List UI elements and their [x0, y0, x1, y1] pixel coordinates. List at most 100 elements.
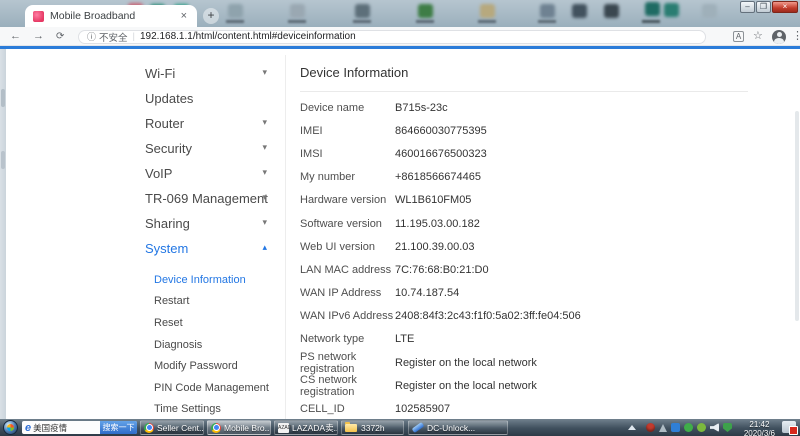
- desktop-icon-labels: [0, 0, 18, 3]
- info-label: LAN MAC address: [300, 264, 395, 276]
- show-hidden-icons-icon[interactable]: [628, 425, 636, 430]
- start-button[interactable]: [3, 420, 18, 435]
- tray-network-icon[interactable]: [684, 423, 693, 432]
- info-row: IMEI864660030775395: [300, 119, 748, 142]
- reload-icon[interactable]: ⟳: [56, 29, 64, 44]
- info-row: WAN IP Address10.74.187.54: [300, 282, 748, 305]
- notification-icon[interactable]: [782, 421, 796, 433]
- info-value: 11.195.03.00.182: [395, 218, 480, 230]
- screen: – ❐ × Mobile Broadband × + ← → ⟳ ⓘ 不安全 |…: [0, 0, 800, 436]
- info-label: Device name: [300, 102, 395, 114]
- taskbar-item-seller-center[interactable]: Seller Cent...: [140, 420, 204, 435]
- browser-menu-icon[interactable]: ⋮: [792, 29, 800, 42]
- windows-taskbar: e 美国疫情 搜索一下 Seller Cent... Mobile Bro...…: [0, 419, 800, 436]
- chevron-down-icon: ▾: [262, 217, 267, 228]
- submenu-item-time-settings[interactable]: Time Settings: [145, 399, 285, 419]
- search-band-text[interactable]: 美国疫情: [33, 422, 67, 434]
- info-rows: Device nameB715s-23c IMEI864660030775395…: [300, 96, 748, 419]
- page-scrollbar[interactable]: [795, 111, 799, 321]
- sidebar-divider: [285, 55, 286, 419]
- taskbar-item-lazada[interactable]: AZAD LAZADA卖...: [274, 420, 338, 435]
- sidebar-item-label: VoIP: [145, 166, 172, 181]
- sidebar-item-security[interactable]: Security ▾: [145, 136, 285, 161]
- tray-volume-icon[interactable]: [710, 423, 719, 432]
- tab-close-icon[interactable]: ×: [179, 10, 189, 22]
- tray-bluetooth-icon[interactable]: [671, 423, 680, 432]
- submenu-item-modify-password[interactable]: Modify Password: [145, 355, 285, 377]
- dc-unlocker-icon: [412, 422, 425, 433]
- taskbar-item-label: DC-Unlock...: [427, 423, 475, 433]
- info-value: Register on the local network: [395, 380, 537, 392]
- info-label: My number: [300, 171, 395, 183]
- info-row: Device nameB715s-23c: [300, 96, 748, 119]
- sidebar-item-sharing[interactable]: Sharing ▾: [145, 211, 285, 236]
- window-controls: – ❐ ×: [739, 1, 798, 13]
- chevron-down-icon: ▾: [262, 117, 267, 128]
- tray-signal-icon[interactable]: [659, 424, 667, 432]
- bookmark-star-icon[interactable]: ☆: [753, 29, 763, 42]
- info-label: CELL_ID: [300, 403, 395, 415]
- chrome-icon: [144, 423, 154, 433]
- sidebar-item-label: Updates: [145, 91, 193, 106]
- info-row: CS network registrationRegister on the l…: [300, 374, 748, 397]
- new-tab-button[interactable]: +: [203, 8, 219, 24]
- url-text: 192.168.1.1/html/content.html#deviceinfo…: [140, 31, 356, 42]
- omnibox-separator: |: [133, 31, 135, 42]
- info-label: WAN IPv6 Address: [300, 310, 395, 322]
- info-icon[interactable]: ⓘ: [87, 30, 96, 43]
- submenu-item-restart[interactable]: Restart: [145, 291, 285, 313]
- search-button[interactable]: 搜索一下: [100, 421, 137, 434]
- submenu-item-diagnosis[interactable]: Diagnosis: [145, 334, 285, 356]
- info-label: CS network registration: [300, 374, 395, 398]
- chevron-down-icon: ▾: [262, 167, 267, 178]
- back-icon[interactable]: ←: [10, 29, 21, 44]
- lazada-icon: AZAD: [278, 423, 289, 433]
- sidebar-item-label: System: [145, 241, 188, 256]
- info-label: Hardware version: [300, 194, 395, 206]
- window-close-button[interactable]: ×: [772, 1, 798, 13]
- sidebar-item-wifi[interactable]: Wi-Fi ▾: [145, 61, 285, 86]
- forward-icon[interactable]: →: [33, 29, 44, 44]
- sidebar-item-voip[interactable]: VoIP ▾: [145, 161, 285, 186]
- tray-media-icon[interactable]: [646, 423, 655, 432]
- info-value: Register on the local network: [395, 357, 537, 369]
- taskbar-item-folder-3372h[interactable]: 3372h: [341, 420, 404, 435]
- info-label: IMEI: [300, 125, 395, 137]
- sidebar-item-label: Security: [145, 141, 192, 156]
- info-value: 21.100.39.00.03: [395, 241, 475, 253]
- sidebar-item-router[interactable]: Router ▾: [145, 111, 285, 136]
- address-bar[interactable]: ⓘ 不安全 | 192.168.1.1/html/content.html#de…: [78, 30, 706, 44]
- taskbar-search-band[interactable]: e 美国疫情 搜索一下: [22, 421, 137, 434]
- page-title: Device Information: [300, 49, 748, 80]
- submenu-item-device-information[interactable]: Device Information: [145, 269, 285, 291]
- sidebar-item-updates[interactable]: Updates: [145, 86, 285, 111]
- info-value: +8618566674465: [395, 171, 481, 183]
- submenu-item-pin-code-management[interactable]: PIN Code Management: [145, 377, 285, 399]
- tray-security-icon[interactable]: [723, 423, 732, 432]
- chevron-down-icon: ▾: [262, 192, 267, 203]
- sidebar-item-tr069[interactable]: TR-069 Management ▾: [145, 186, 285, 211]
- translate-icon[interactable]: A: [733, 31, 744, 42]
- sidebar-item-label: TR-069 Management: [145, 191, 268, 206]
- taskbar-item-dc-unlocker[interactable]: DC-Unlock...: [408, 420, 508, 435]
- system-submenu: Device Information Restart Reset Diagnos…: [145, 269, 285, 419]
- taskbar-item-mobile-broadband[interactable]: Mobile Bro...: [207, 420, 271, 435]
- submenu-item-reset[interactable]: Reset: [145, 312, 285, 334]
- title-divider: [300, 91, 748, 92]
- sidebar-item-system[interactable]: System ▴: [145, 236, 285, 261]
- chevron-up-icon: ▴: [262, 242, 267, 253]
- tray-messenger-icon[interactable]: [697, 423, 706, 432]
- profile-avatar-icon[interactable]: [772, 30, 786, 44]
- info-label: Network type: [300, 333, 395, 345]
- info-value: 460016676500323: [395, 148, 487, 160]
- info-label: WAN IP Address: [300, 287, 395, 299]
- taskbar-clock[interactable]: 21:42 2020/3/6: [744, 421, 775, 436]
- browser-tab[interactable]: Mobile Broadband ×: [25, 5, 197, 27]
- window-maximize-button[interactable]: ❐: [756, 1, 771, 13]
- window-minimize-button[interactable]: –: [740, 1, 755, 13]
- router-admin-page: Wi-Fi ▾ Updates Router ▾ Security ▾ VoIP…: [0, 49, 800, 419]
- info-row: CELL_ID102585907: [300, 397, 748, 419]
- info-row: PS network registrationRegister on the l…: [300, 351, 748, 374]
- sidebar-item-label: Router: [145, 116, 184, 131]
- browser-toolbar: ← → ⟳ ⓘ 不安全 | 192.168.1.1/html/content.h…: [0, 27, 800, 46]
